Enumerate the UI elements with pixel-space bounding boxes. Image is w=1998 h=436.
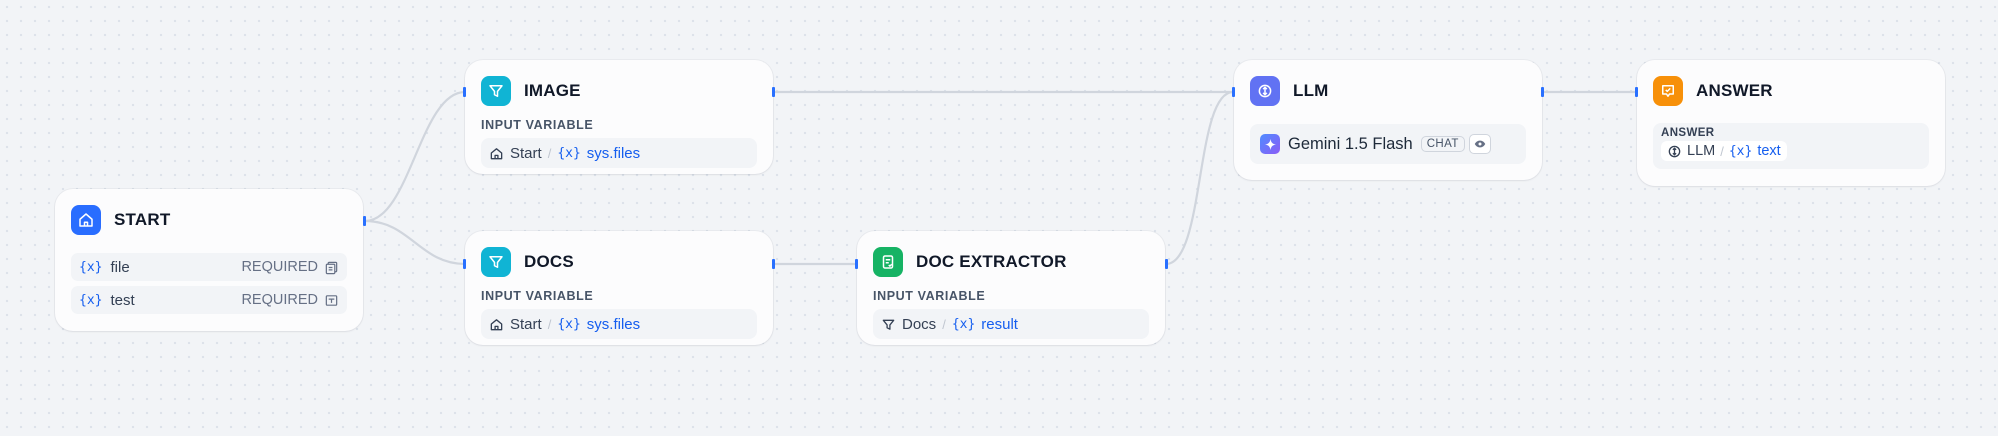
image-node[interactable]: IMAGE INPUT VARIABLE Start / {x} sys.fil… — [465, 60, 773, 174]
variable-x-icon: {x} — [1728, 143, 1753, 159]
edge-start-image — [364, 90, 466, 223]
source-node-name: Start — [510, 144, 542, 162]
llm-icon — [1667, 144, 1682, 159]
variable-name: test — [110, 291, 135, 309]
llm-node[interactable]: LLM Gemini 1.5 Flash CHAT — [1234, 60, 1542, 180]
answer-input-handle[interactable] — [1635, 87, 1638, 97]
variable-x-icon: {x} — [557, 145, 581, 161]
variable-name: result — [981, 315, 1018, 333]
answer-node[interactable]: ANSWER ANSWER LLM / {x} text — [1637, 60, 1945, 186]
node-title: DOC EXTRACTOR — [916, 252, 1067, 271]
path-separator: / — [547, 145, 552, 161]
llm-input-handle[interactable] — [1232, 87, 1235, 97]
filter-icon — [881, 317, 896, 332]
section-label: INPUT VARIABLE — [481, 118, 594, 132]
file-list-icon — [324, 260, 339, 275]
answer-variable-chip[interactable]: LLM / {x} text — [1661, 141, 1787, 161]
answer-content-box[interactable]: ANSWER LLM / {x} text — [1653, 123, 1929, 169]
source-node-name: Start — [510, 315, 542, 333]
path-separator: / — [1720, 143, 1724, 159]
node-title: DOCS — [524, 252, 574, 271]
variable-x-icon: {x} — [79, 292, 103, 308]
start-output-handle[interactable] — [363, 216, 366, 226]
input-variable-reference[interactable]: Start / {x} sys.files — [481, 138, 757, 168]
section-label: INPUT VARIABLE — [873, 289, 986, 303]
model-name: Gemini 1.5 Flash — [1288, 134, 1413, 153]
start-variable-row-test[interactable]: {x} test REQUIRED — [71, 286, 347, 314]
input-variable-reference[interactable]: Start / {x} sys.files — [481, 309, 757, 339]
required-label: REQUIRED — [241, 292, 318, 308]
image-output-handle[interactable] — [772, 87, 775, 97]
llm-output-handle[interactable] — [1541, 87, 1544, 97]
docs-input-handle[interactable] — [463, 259, 466, 269]
source-node-name: Docs — [902, 315, 937, 333]
section-label: ANSWER — [1661, 127, 1715, 139]
home-icon — [71, 205, 101, 235]
doc-extractor-node[interactable]: DOC EXTRACTOR INPUT VARIABLE Docs / {x} … — [857, 231, 1165, 345]
llm-icon — [1250, 76, 1280, 106]
variable-name: sys.files — [586, 144, 641, 162]
filter-icon — [481, 76, 511, 106]
node-title: IMAGE — [524, 81, 581, 100]
required-label: REQUIRED — [241, 259, 318, 275]
docs-node[interactable]: DOCS INPUT VARIABLE Start / {x} sys.file… — [465, 231, 773, 345]
eye-icon — [1468, 134, 1491, 154]
start-variable-row-file[interactable]: {x} file REQUIRED — [71, 253, 347, 281]
variable-x-icon: {x} — [79, 259, 103, 275]
variable-name: file — [110, 258, 130, 276]
input-variable-reference[interactable]: Docs / {x} result — [873, 309, 1149, 339]
path-separator: / — [547, 316, 552, 332]
variable-x-icon: {x} — [557, 316, 581, 332]
answer-icon — [1653, 76, 1683, 106]
variable-x-icon: {x} — [951, 316, 976, 332]
document-icon — [873, 247, 903, 277]
variable-name: sys.files — [586, 315, 641, 333]
home-icon — [489, 317, 504, 332]
model-selector[interactable]: Gemini 1.5 Flash CHAT — [1250, 124, 1526, 164]
gemini-sparkle-icon — [1260, 134, 1280, 154]
mode-badge: CHAT — [1420, 136, 1465, 152]
image-input-handle[interactable] — [463, 87, 466, 97]
variable-name: text — [1757, 143, 1781, 159]
doc-extractor-output-handle[interactable] — [1165, 259, 1168, 269]
doc-extractor-input-handle[interactable] — [855, 259, 858, 269]
section-label: INPUT VARIABLE — [481, 289, 594, 303]
source-node-name: LLM — [1687, 143, 1716, 159]
start-node[interactable]: START {x} file REQUIRED {x} test REQUIRE… — [55, 189, 363, 331]
node-title: LLM — [1293, 81, 1329, 100]
node-title: ANSWER — [1696, 81, 1773, 100]
node-title: START — [114, 210, 171, 229]
docs-output-handle[interactable] — [772, 259, 775, 269]
path-separator: / — [942, 316, 946, 332]
home-icon — [489, 146, 504, 161]
filter-icon — [481, 247, 511, 277]
text-input-icon — [324, 293, 339, 308]
edge-docextractor-llm — [1165, 90, 1234, 266]
edge-start-docs — [364, 219, 466, 266]
